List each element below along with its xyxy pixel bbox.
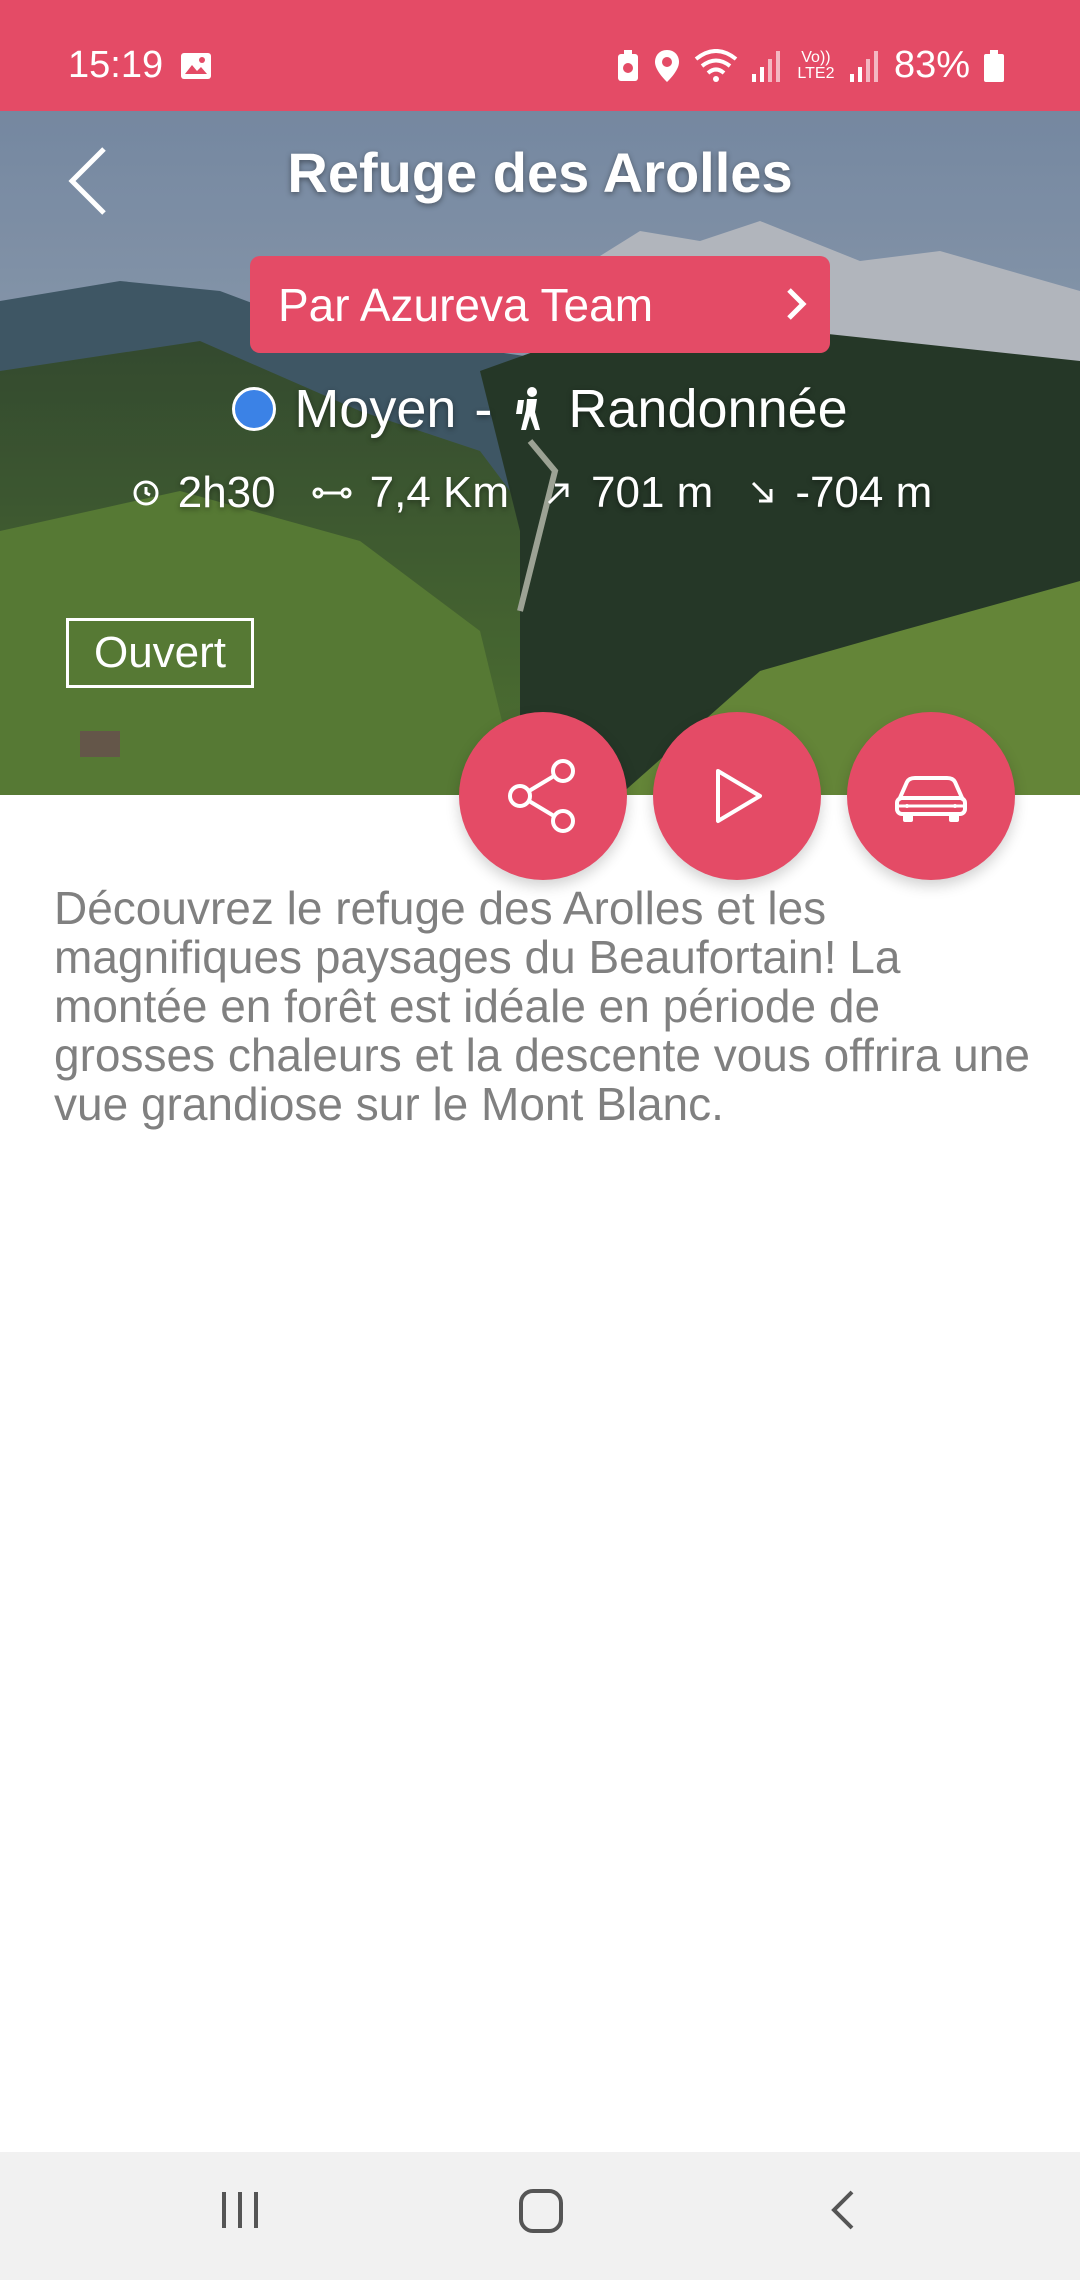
trail-stats: 2h30 7,4 Km 701 m -704 m: [0, 468, 1080, 518]
page-title: Refuge des Arolles: [287, 141, 793, 204]
author-button[interactable]: Par Azureva Team: [250, 256, 830, 353]
author-label: Par Azureva Team: [278, 278, 654, 331]
play-icon: [716, 769, 762, 823]
trail-meta: Moyen - Randonnée: [0, 378, 1080, 440]
distance-icon: [312, 487, 352, 499]
distance-value: 7,4 Km: [369, 468, 510, 517]
system-nav-bar: [0, 2152, 1080, 2280]
ascent-icon: [547, 483, 569, 505]
status-time: 15:19: [68, 44, 164, 86]
activity-label: Randonnée: [568, 379, 848, 439]
status-badge: Ouvert: [66, 618, 254, 688]
trail-description: Découvrez le refuge des Arolles et les m…: [54, 882, 1030, 1130]
descent-value: -704 m: [795, 468, 933, 517]
battery-saver-icon: [617, 49, 638, 81]
battery-percent: 83%: [893, 44, 970, 86]
hiker-icon: [516, 387, 541, 430]
status-bar: 15:19 Vo)) LTE2 83%: [0, 0, 1080, 111]
wifi-icon: [694, 48, 738, 82]
home-icon[interactable]: [518, 2188, 564, 2234]
car-button[interactable]: [847, 712, 1015, 880]
chevron-right-icon: [787, 288, 807, 320]
hero-image: [0, 111, 1080, 795]
signal-icon: [751, 50, 780, 82]
car-icon: [895, 776, 967, 822]
clock-icon: [133, 480, 159, 506]
recent-apps-icon[interactable]: [218, 2188, 262, 2232]
difficulty-label: Moyen: [294, 379, 457, 439]
descent-icon: [752, 481, 773, 503]
battery-icon: [984, 49, 1004, 82]
share-button[interactable]: [459, 712, 627, 880]
difficulty-dot: [232, 387, 277, 431]
location-icon: [654, 49, 679, 82]
play-button[interactable]: [653, 712, 821, 880]
back-icon[interactable]: [826, 2188, 860, 2232]
signal-icon: [849, 50, 878, 82]
image-icon: [181, 53, 211, 79]
status-icons: Vo)) LTE2 83%: [616, 44, 1004, 87]
ascent-value: 701 m: [591, 468, 714, 517]
network-label: Vo)) LTE2: [797, 48, 835, 82]
share-icon: [508, 759, 575, 833]
meta-separator: -: [474, 379, 493, 439]
duration-value: 2h30: [177, 468, 276, 517]
